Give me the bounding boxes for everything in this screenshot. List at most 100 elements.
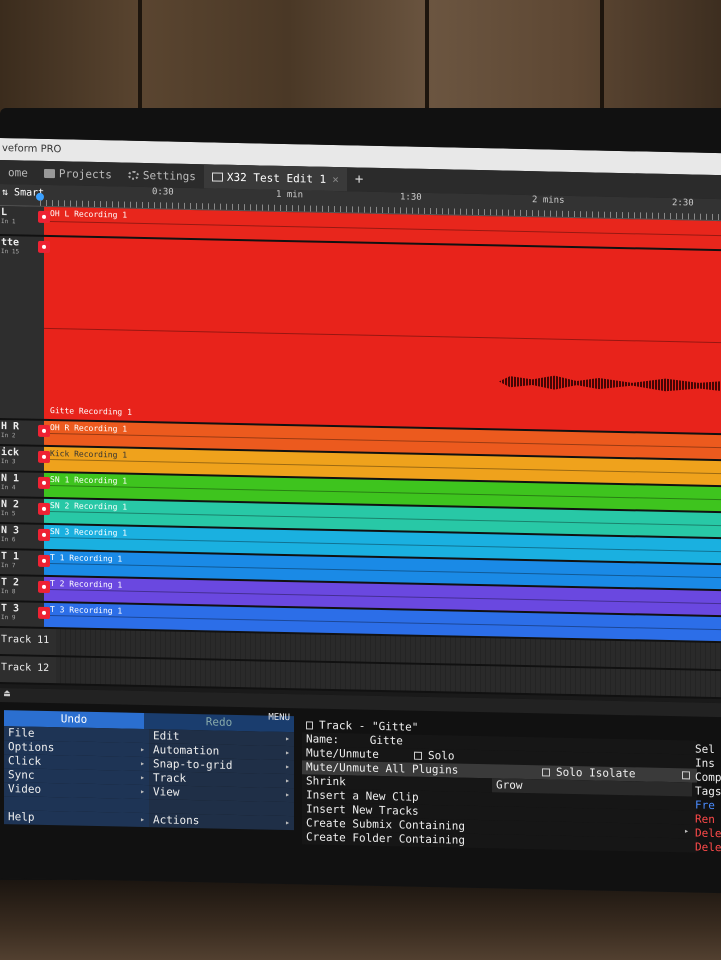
record-arm-button[interactable] [38, 240, 50, 254]
record-arm-button[interactable] [38, 424, 50, 438]
folder-icon [43, 168, 55, 178]
solo-isolate-label: Solo Isolate [556, 765, 636, 781]
record-arm-button[interactable] [38, 554, 50, 568]
solo-isolate-checkbox[interactable] [542, 768, 550, 777]
clip-name: Gitte Recording 1 [50, 406, 132, 417]
tab-label: X32 Test Edit 1 [226, 170, 327, 186]
clip-name: SN 3 Recording 1 [50, 527, 128, 538]
track-header[interactable]: T 3 In 9 [0, 602, 50, 627]
name-value[interactable]: Gitte [370, 734, 403, 748]
track-name: L [1, 207, 8, 219]
track-name: N 2 [1, 499, 20, 511]
clip-name: SN 2 Recording 1 [50, 501, 128, 512]
track-input: In 15 [1, 248, 20, 256]
tab-label: ome [8, 165, 28, 180]
lock-icon[interactable] [306, 721, 313, 730]
tab-settings[interactable]: Settings [120, 163, 204, 189]
clip-name: T 1 Recording 1 [50, 553, 123, 564]
grow-button[interactable]: Grow [492, 778, 692, 797]
waveform-baseline [44, 220, 721, 237]
track-input: In 5 [1, 510, 16, 518]
track-name: T 1 [1, 551, 20, 563]
tab-home[interactable]: ome [0, 160, 36, 185]
waveform [499, 374, 721, 393]
track-header[interactable]: T 1 In 7 [0, 550, 50, 575]
waveform-baseline [44, 588, 721, 605]
track-name: H R [1, 421, 20, 433]
waveform-baseline [44, 536, 721, 553]
edge-menu: Sel Ins Comp Tags Fre Ren Dele Dele [695, 743, 721, 856]
solo-label: Solo [428, 748, 455, 763]
edge-menu-item[interactable]: Comp [695, 771, 721, 786]
record-arm-button[interactable] [38, 502, 50, 516]
clip[interactable]: Gitte Recording 1 [44, 236, 721, 434]
track-header[interactable]: T 2 In 8 [0, 576, 50, 601]
record-arm-button[interactable] [38, 606, 50, 620]
record-arm-button[interactable] [38, 528, 50, 542]
record-arm-button[interactable] [38, 210, 50, 224]
edge-menu-item[interactable]: Tags [695, 785, 721, 800]
clip-name: OH R Recording 1 [50, 423, 128, 434]
track-name: Track 12 [1, 662, 50, 675]
edge-menu-item[interactable]: Sel [695, 743, 721, 758]
menu-left-column: FileOptionsClickSyncVideoHelp [4, 726, 149, 828]
track-input: In 9 [1, 614, 16, 622]
track-name: N 1 [1, 473, 20, 485]
track-panel: Track - "Gitte" Name: Gitte Mute/Unmute … [302, 718, 697, 886]
record-arm-button[interactable] [38, 476, 50, 490]
track-header[interactable]: N 3 In 6 [0, 524, 50, 549]
ruler-label: 2 mins [532, 195, 565, 206]
edge-menu-item[interactable]: Dele [695, 841, 721, 856]
waveform-baseline [44, 562, 721, 579]
clip-name: SN 1 Recording 1 [50, 475, 128, 486]
track-input: In 3 [1, 458, 16, 466]
track-row[interactable]: tte In 15 Gitte Recording 1 [0, 236, 721, 436]
ruler-label: 1:30 [400, 192, 422, 203]
menu-item[interactable]: Actions [149, 813, 294, 831]
waveform-baseline [44, 614, 721, 631]
shrink-label: Shrink [306, 774, 346, 789]
track-header[interactable]: N 1 In 4 [0, 472, 50, 497]
track-name: tte [1, 237, 20, 249]
waveform-baseline [44, 458, 721, 475]
gear-icon [127, 170, 139, 180]
insert-clip-label: Insert a New Clip [306, 788, 419, 804]
edge-menu-item[interactable]: Fre [695, 799, 721, 814]
close-tab-icon[interactable]: × [332, 172, 339, 185]
track-header[interactable]: H R In 2 [0, 420, 50, 445]
menu-item[interactable]: Help [4, 810, 149, 828]
waveform-baseline [44, 484, 721, 501]
track-panel-title-text: Track - "Gitte" [319, 718, 419, 734]
solo-toggle[interactable]: Solo [414, 749, 455, 764]
name-label: Name: [306, 732, 340, 747]
tab-projects[interactable]: Projects [36, 161, 120, 187]
record-arm-button[interactable] [38, 580, 50, 594]
add-tab-button[interactable]: + [347, 171, 371, 188]
track-input: In 2 [1, 432, 16, 440]
tab-edit[interactable]: X32 Test Edit 1 × [203, 164, 347, 192]
edge-menu-item[interactable]: Ins [695, 757, 721, 772]
track-header[interactable]: ick In 3 [0, 446, 50, 471]
track-input: In 1 [1, 218, 16, 226]
track-input: In 7 [1, 562, 16, 570]
track-name: ick [1, 447, 20, 459]
edge-menu-item[interactable]: Ren [695, 813, 721, 828]
solo-checkbox[interactable] [414, 751, 422, 760]
track-header[interactable]: Track 11 [0, 628, 56, 656]
extra-checkbox[interactable] [682, 771, 690, 780]
track-header[interactable]: tte In 15 [0, 236, 50, 419]
track-name: N 3 [1, 525, 20, 537]
bottom-panel: ⏏ Undo Redo MENU FileOptionsClickSyncVid… [0, 688, 721, 894]
waveform-baseline [44, 432, 721, 449]
track-header[interactable]: L In 1 [0, 206, 50, 235]
tab-label: Projects [58, 166, 112, 181]
track-header[interactable]: Track 12 [0, 656, 56, 684]
waveform-baseline [44, 327, 721, 344]
waveform-baseline [44, 510, 721, 527]
track-name: T 3 [1, 603, 20, 615]
insert-tracks-label: Insert New Tracks [306, 802, 419, 818]
record-arm-button[interactable] [38, 450, 50, 464]
track-header[interactable]: N 2 In 5 [0, 498, 50, 523]
edit-icon [211, 171, 223, 182]
edge-menu-item[interactable]: Dele [695, 827, 721, 842]
